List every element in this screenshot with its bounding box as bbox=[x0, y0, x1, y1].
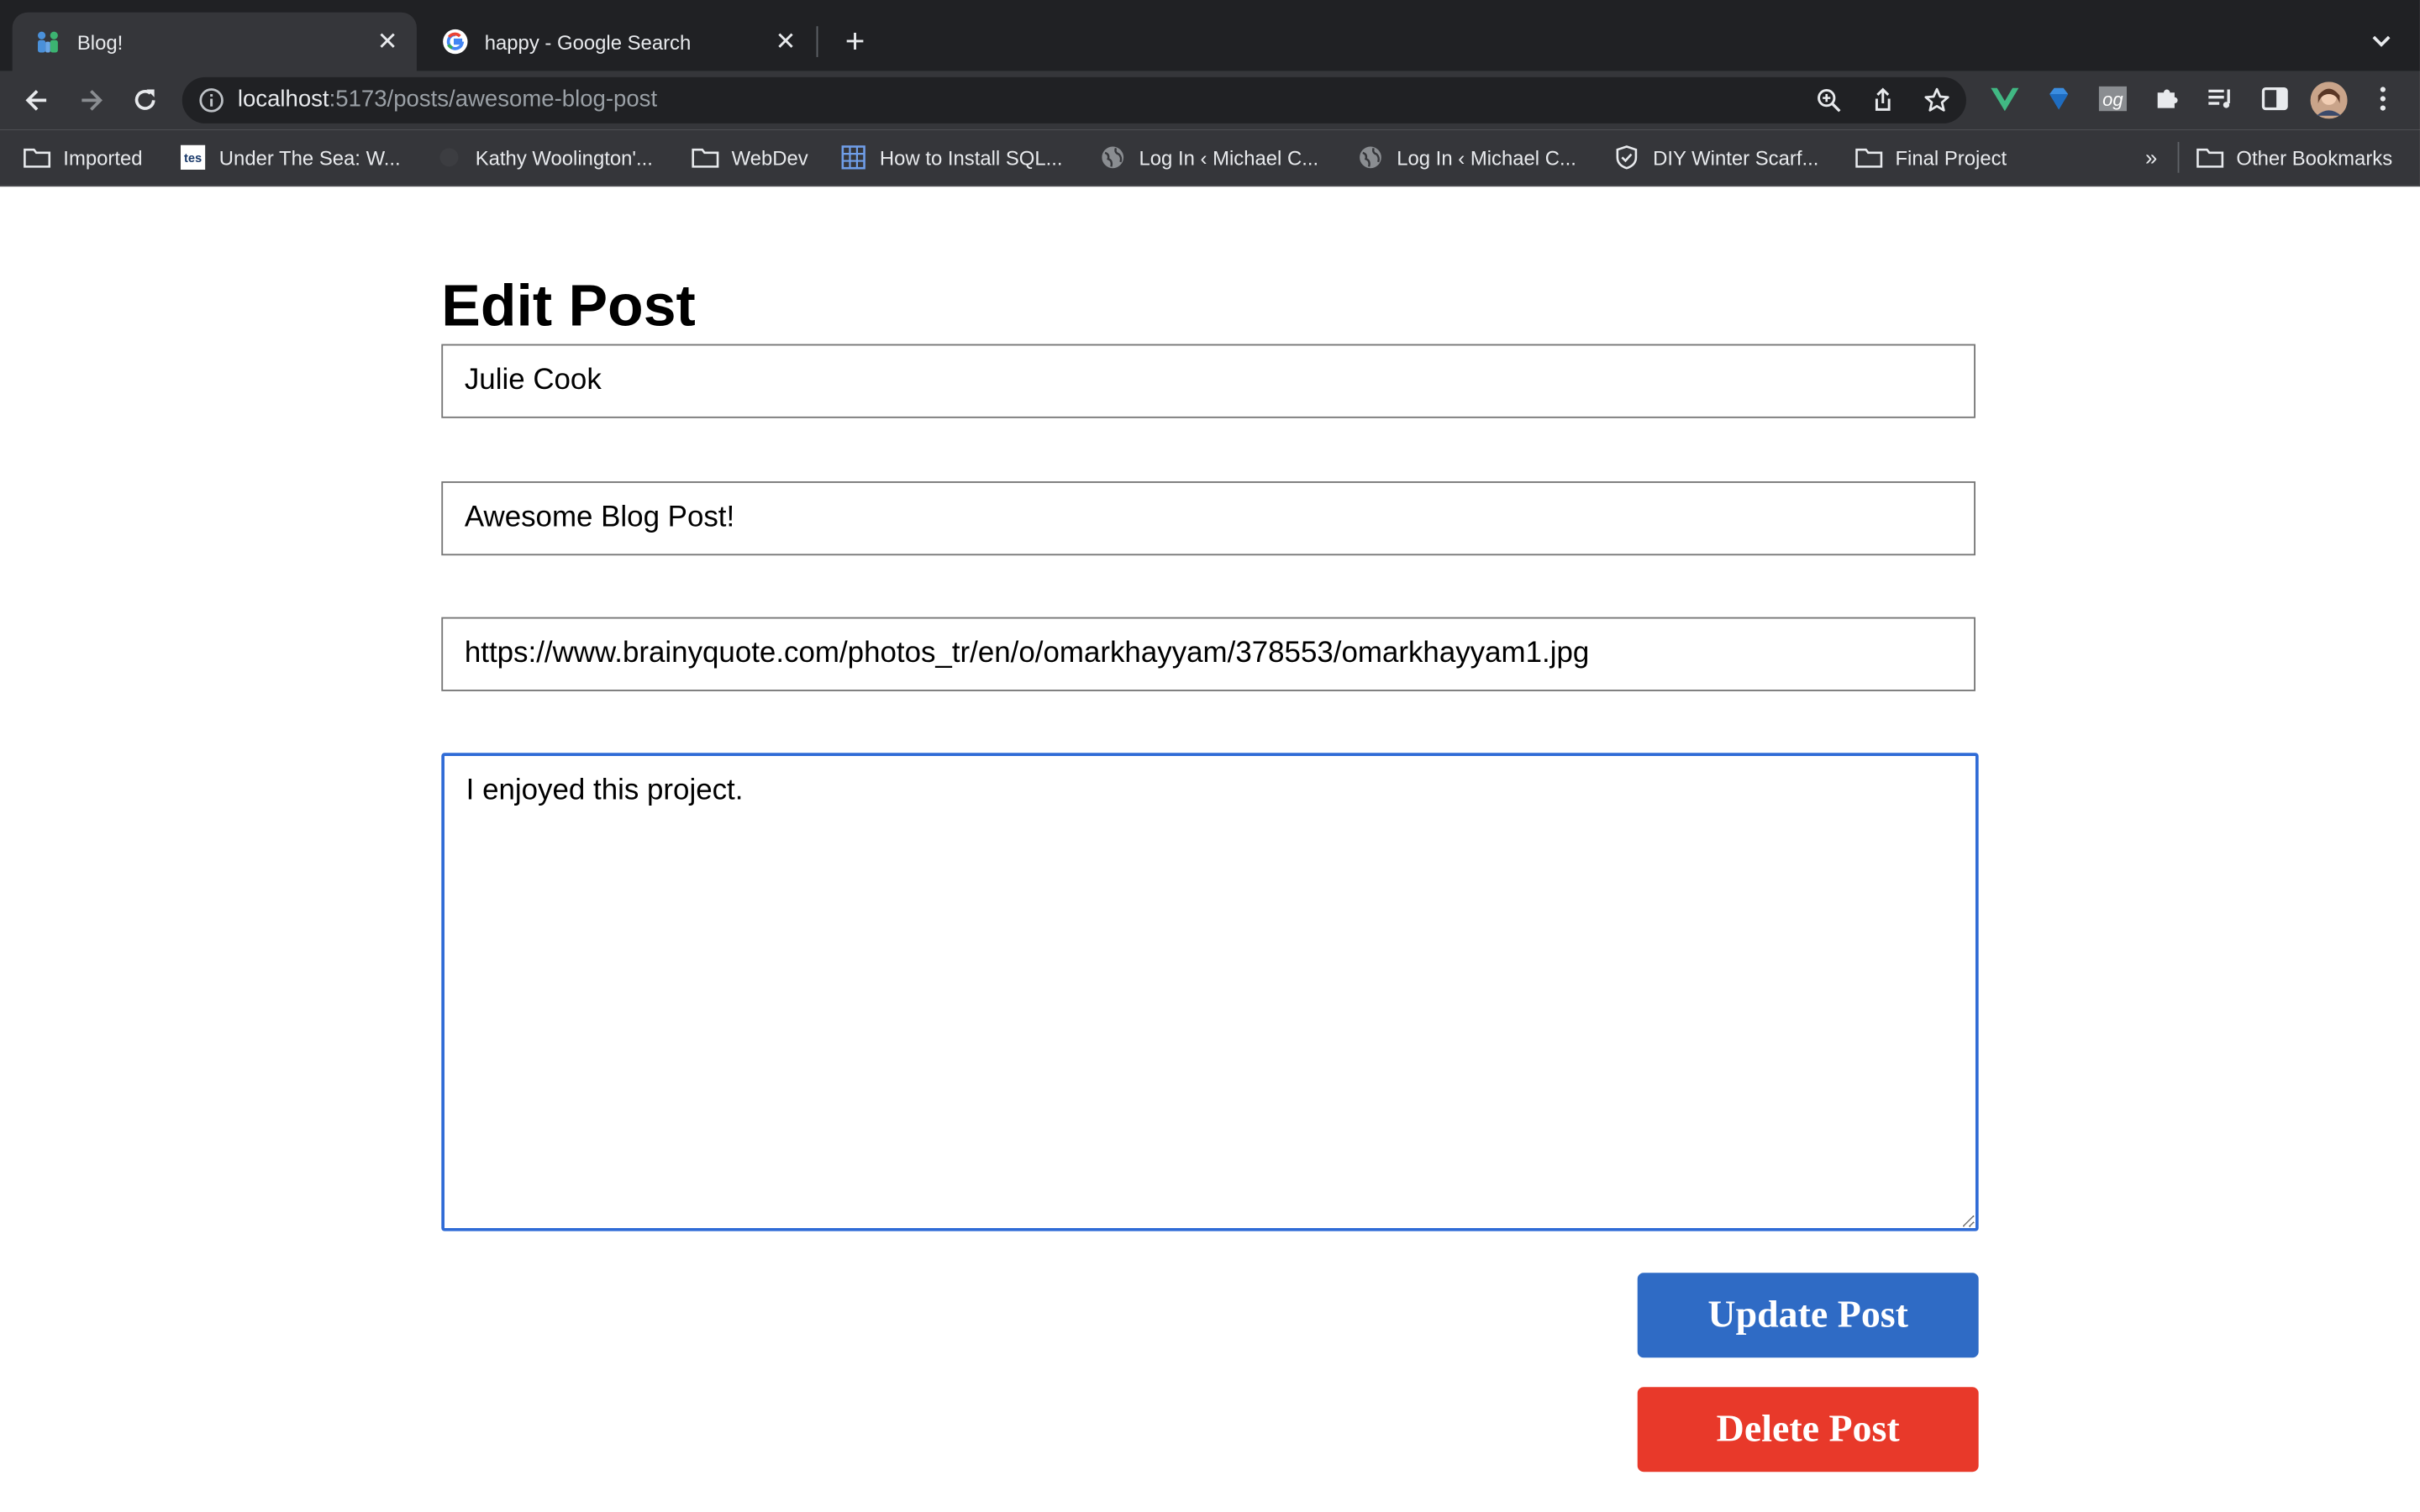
bookmark-other-bookmarks[interactable]: Other Bookmarks bbox=[2196, 142, 2393, 173]
bookmark-final-project[interactable]: Final Project bbox=[1855, 142, 2007, 173]
bookmark-webdev[interactable]: WebDev bbox=[692, 142, 808, 173]
blank-icon bbox=[435, 145, 463, 170]
author-input[interactable] bbox=[441, 344, 1975, 418]
bookmark-label: Imported bbox=[63, 145, 143, 170]
reload-icon[interactable] bbox=[125, 81, 166, 121]
og-icon[interactable]: og bbox=[2097, 83, 2128, 114]
bookmark-under-the-sea[interactable]: tes Under The Sea: W... bbox=[179, 142, 401, 173]
close-icon[interactable]: ✕ bbox=[771, 28, 799, 55]
bookmark-log-in-2[interactable]: Log In ‹ Michael C... bbox=[1356, 142, 1576, 173]
folder-icon bbox=[692, 145, 719, 170]
gem-icon[interactable] bbox=[2044, 83, 2075, 114]
tes-icon: tes bbox=[179, 144, 207, 171]
globe-icon bbox=[1356, 145, 1384, 170]
forward-icon[interactable] bbox=[71, 81, 111, 121]
bookmark-label: Kathy Woolington'... bbox=[475, 145, 653, 170]
bookmark-label: Other Bookmarks bbox=[2236, 145, 2393, 170]
close-icon[interactable]: ✕ bbox=[373, 28, 401, 55]
bookmarks-separator bbox=[2177, 141, 2180, 173]
browser-toolbar: localhost:5173/posts/awesome-blog-post o… bbox=[0, 71, 2420, 130]
svg-text:og: og bbox=[2102, 89, 2123, 110]
zoom-icon[interactable] bbox=[1815, 87, 1843, 114]
bookmark-diy-scarf[interactable]: DIY Winter Scarf... bbox=[1612, 142, 1818, 173]
bookmark-kathy-woolington[interactable]: Kathy Woolington'... bbox=[435, 142, 653, 173]
info-icon[interactable] bbox=[197, 87, 225, 114]
bookmark-label: Log In ‹ Michael C... bbox=[1397, 145, 1576, 170]
bookmark-label: Final Project bbox=[1895, 145, 2007, 170]
share-icon[interactable] bbox=[1869, 87, 1897, 114]
bookmarks-bar: Imported tes Under The Sea: W... Kathy W… bbox=[0, 129, 2420, 187]
chevron-down-icon[interactable] bbox=[2365, 24, 2398, 58]
title-input[interactable] bbox=[441, 481, 1975, 556]
url-host: localhost bbox=[237, 86, 329, 113]
people-icon bbox=[34, 28, 61, 55]
svg-text:tes: tes bbox=[184, 152, 202, 165]
back-icon[interactable] bbox=[17, 81, 57, 121]
bookmark-label: WebDev bbox=[731, 145, 808, 170]
side-panel-icon[interactable] bbox=[2260, 83, 2291, 114]
bookmark-label: Log In ‹ Michael C... bbox=[1139, 145, 1319, 170]
google-icon bbox=[441, 28, 469, 55]
tab-title: happy - Google Search bbox=[484, 29, 692, 54]
menu-dots-icon[interactable] bbox=[2367, 83, 2398, 114]
vue-devtools-icon[interactable] bbox=[1990, 83, 2021, 114]
tab-blog[interactable]: Blog! ✕ bbox=[12, 12, 417, 71]
star-icon[interactable] bbox=[1923, 87, 1951, 114]
tab-strip: Blog! ✕ happy - Google Search ✕ + bbox=[0, 0, 2420, 71]
tab-title: Blog! bbox=[76, 29, 124, 54]
folder-icon bbox=[2196, 145, 2224, 170]
shield-icon bbox=[1612, 145, 1640, 170]
bookmark-label: Under The Sea: W... bbox=[218, 145, 401, 170]
delete-post-button[interactable]: Delete Post bbox=[1637, 1387, 1979, 1473]
tab-google-search[interactable]: happy - Google Search ✕ bbox=[420, 13, 815, 71]
page-content: Edit Post I enjoyed this project. Update… bbox=[0, 186, 2420, 1512]
url-text[interactable]: localhost:5173/posts/awesome-blog-post bbox=[238, 77, 657, 123]
bookmarks-overflow-button[interactable]: » bbox=[2145, 142, 2157, 173]
folder-icon bbox=[24, 145, 51, 170]
bookmark-label: DIY Winter Scarf... bbox=[1653, 145, 1819, 170]
bookmark-label: How to Install SQL... bbox=[879, 145, 1063, 170]
globe-icon bbox=[1099, 145, 1127, 170]
bookmark-install-sql[interactable]: How to Install SQL... bbox=[839, 142, 1063, 173]
grid-icon bbox=[839, 145, 867, 170]
bookmark-imported[interactable]: Imported bbox=[24, 142, 143, 173]
page-title: Edit Post bbox=[441, 274, 696, 340]
media-icon[interactable] bbox=[2206, 83, 2237, 114]
puzzle-icon[interactable] bbox=[2151, 83, 2182, 114]
body-textarea[interactable]: I enjoyed this project. bbox=[441, 753, 1979, 1231]
bookmark-log-in-1[interactable]: Log In ‹ Michael C... bbox=[1099, 142, 1318, 173]
avatar[interactable] bbox=[2310, 81, 2348, 119]
tab-separator bbox=[816, 26, 818, 57]
url-path: :5173/posts/awesome-blog-post bbox=[329, 86, 658, 113]
new-tab-icon[interactable]: + bbox=[836, 23, 873, 60]
update-post-button[interactable]: Update Post bbox=[1637, 1273, 1979, 1358]
image-url-input[interactable] bbox=[441, 617, 1975, 691]
address-bar[interactable]: localhost:5173/posts/awesome-blog-post bbox=[182, 76, 1966, 123]
folder-icon bbox=[1855, 145, 1883, 170]
